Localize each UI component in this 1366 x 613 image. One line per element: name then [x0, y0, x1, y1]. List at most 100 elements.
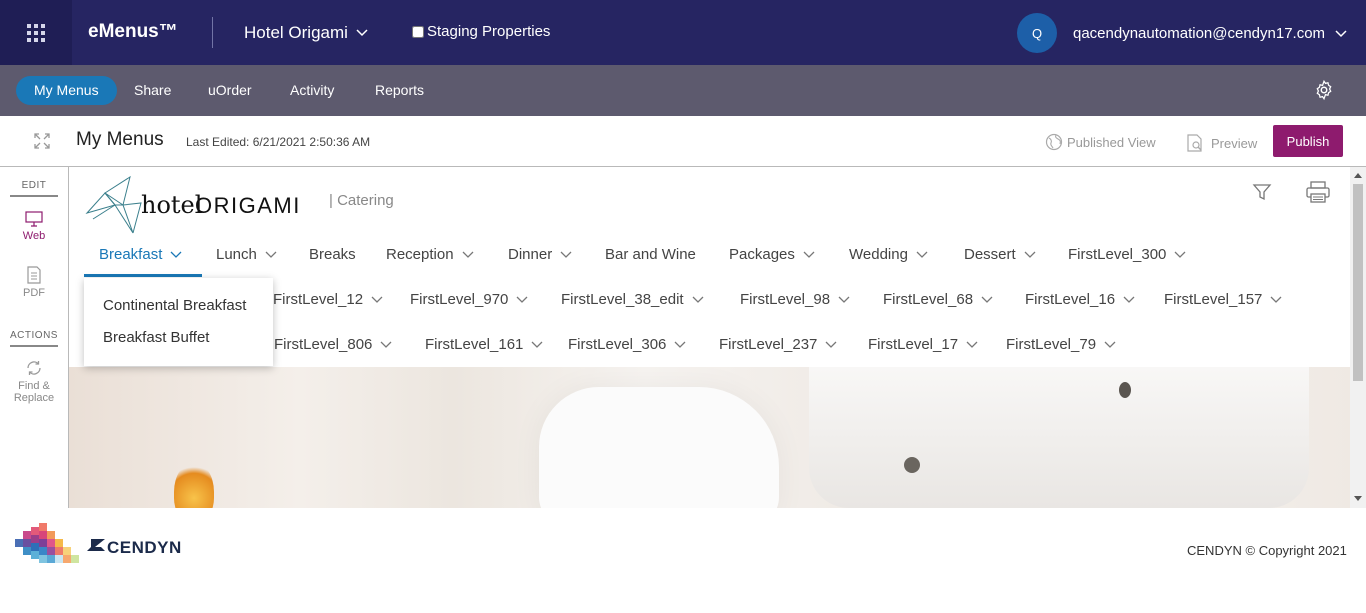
cendyn-logo: CENDYN: [15, 523, 182, 563]
chevron-down-icon: [531, 341, 543, 348]
printer-icon[interactable]: [1306, 181, 1330, 203]
copyright: CENDYN © Copyright 2021: [1187, 543, 1347, 558]
pdf-mode-button[interactable]: PDF: [6, 266, 62, 299]
app-launcher-button[interactable]: [0, 0, 72, 65]
menu-item-firstlevel-68[interactable]: FirstLevel_68: [883, 291, 993, 308]
menu-item-dinner[interactable]: Dinner: [508, 246, 572, 263]
nav-reports[interactable]: Reports: [357, 76, 442, 105]
scroll-thumb[interactable]: [1353, 184, 1363, 381]
gear-icon[interactable]: [1313, 79, 1335, 101]
user-menu[interactable]: qacendynautomation@cendyn17.com: [1073, 25, 1347, 42]
chevron-down-icon: [916, 251, 928, 258]
property-selector[interactable]: Hotel Origami: [244, 23, 368, 43]
actions-heading: ACTIONS: [10, 330, 58, 347]
scroll-down-arrow[interactable]: [1354, 496, 1362, 501]
menu-item-firstlevel-38-edit[interactable]: FirstLevel_38_edit: [561, 291, 704, 308]
menu-item-firstlevel-300[interactable]: FirstLevel_300: [1068, 246, 1186, 263]
expand-icon[interactable]: [33, 132, 51, 150]
published-view-button[interactable]: Published View: [1045, 133, 1156, 151]
active-tab-underline: [84, 274, 202, 277]
footer: CENDYN CENDYN © Copyright 2021: [0, 508, 1366, 613]
staging-properties-toggle[interactable]: Staging Properties: [412, 23, 550, 40]
chevron-down-icon: [825, 341, 837, 348]
nav-my-menus[interactable]: My Menus: [16, 76, 117, 105]
menu-item-firstlevel-16[interactable]: FirstLevel_16: [1025, 291, 1135, 308]
editor-tool-panel: EDIT Web PDF ACTIONS Find & Replace: [0, 167, 69, 508]
preview-label: Preview: [1211, 135, 1258, 151]
menu-item-firstlevel-306[interactable]: FirstLevel_306: [568, 336, 686, 353]
breakfast-dropdown: Continental Breakfast Breakfast Buffet: [84, 278, 273, 366]
chevron-down-icon: [1335, 29, 1347, 37]
menu-item-dessert[interactable]: Dessert: [964, 246, 1036, 263]
chevron-down-icon: [560, 251, 572, 258]
menu-item-firstlevel-17[interactable]: FirstLevel_17: [868, 336, 978, 353]
chevron-down-icon: [803, 251, 815, 258]
chevron-down-icon: [1174, 251, 1186, 258]
divider: [212, 17, 213, 48]
staging-checkbox[interactable]: [412, 25, 424, 38]
menu-item-firstlevel-98[interactable]: FirstLevel_98: [740, 291, 850, 308]
grid-icon: [27, 23, 45, 42]
user-email: qacendynautomation@cendyn17.com: [1073, 25, 1326, 42]
brand-name: eMenus™: [88, 21, 178, 42]
menu-item-firstlevel-806[interactable]: FirstLevel_806: [274, 336, 392, 353]
chevron-down-icon: [674, 341, 686, 348]
pdf-label: PDF: [23, 287, 45, 299]
menu-item-bar-and-wine[interactable]: Bar and Wine: [605, 246, 696, 263]
dropdown-item-continental-breakfast[interactable]: Continental Breakfast: [103, 297, 246, 314]
menu-item-firstlevel-237[interactable]: FirstLevel_237: [719, 336, 837, 353]
globe-icon: [1045, 133, 1063, 151]
web-mode-button[interactable]: Web: [6, 211, 62, 242]
menu-item-firstlevel-970[interactable]: FirstLevel_970: [410, 291, 528, 308]
preview-icon: [1187, 134, 1202, 152]
menu-item-firstlevel-157[interactable]: FirstLevel_157: [1164, 291, 1282, 308]
chevron-down-icon: [356, 29, 368, 37]
scroll-up-arrow[interactable]: [1354, 173, 1362, 178]
chevron-down-icon: [1270, 296, 1282, 303]
menu-canvas: hotel ORIGAMI | Catering Breakfast Lunch…: [69, 167, 1350, 508]
chevron-down-icon: [371, 296, 383, 303]
menu-item-breaks[interactable]: Breaks: [309, 246, 356, 263]
nav-activity[interactable]: Activity: [272, 76, 352, 105]
last-edited: Last Edited: 6/21/2021 2:50:36 AM: [186, 135, 371, 149]
chevron-down-icon: [380, 341, 392, 348]
chevron-down-icon: [981, 296, 993, 303]
web-label: Web: [22, 230, 46, 242]
find-replace-button[interactable]: Find & Replace: [6, 359, 62, 404]
staging-label: Staging Properties: [427, 23, 551, 40]
svg-text:hotel: hotel: [141, 191, 202, 219]
property-name: Hotel Origami: [244, 23, 348, 42]
filter-icon[interactable]: [1252, 182, 1272, 202]
menu-item-wedding[interactable]: Wedding: [849, 246, 928, 263]
avatar[interactable]: Q: [1017, 13, 1057, 53]
preview-button[interactable]: Preview: [1185, 133, 1257, 153]
menu-item-firstlevel-161[interactable]: FirstLevel_161: [425, 336, 543, 353]
catering-label: | Catering: [329, 192, 394, 209]
monitor-icon: [25, 211, 43, 227]
menu-item-firstlevel-12[interactable]: FirstLevel_12: [273, 291, 383, 308]
menu-item-packages[interactable]: Packages: [729, 246, 815, 263]
page-title: My Menus: [76, 129, 164, 150]
chevron-down-icon: [838, 296, 850, 303]
canvas-scrollbar[interactable]: [1350, 167, 1366, 508]
menu-item-reception[interactable]: Reception: [386, 246, 474, 263]
page-header: My Menus Last Edited: 6/21/2021 2:50:36 …: [0, 116, 1366, 167]
chevron-down-icon: [1024, 251, 1036, 258]
chevron-down-icon: [462, 251, 474, 258]
publish-button[interactable]: Publish: [1273, 125, 1343, 157]
svg-text:ORIGAMI: ORIGAMI: [195, 193, 301, 218]
menu-item-breakfast[interactable]: Breakfast: [99, 246, 182, 263]
menu-item-firstlevel-79[interactable]: FirstLevel_79: [1006, 336, 1116, 353]
dropdown-item-breakfast-buffet[interactable]: Breakfast Buffet: [103, 329, 209, 346]
nav-share[interactable]: Share: [116, 76, 189, 105]
chevron-down-icon: [516, 296, 528, 303]
svg-text:CENDYN: CENDYN: [107, 538, 182, 557]
chevron-down-icon: [170, 251, 182, 258]
published-view-label: Published View: [1067, 134, 1156, 150]
refresh-icon: [27, 361, 41, 375]
hero-image: [69, 367, 1350, 508]
menu-item-lunch[interactable]: Lunch: [216, 246, 277, 263]
nav-uorder[interactable]: uOrder: [190, 76, 270, 105]
chevron-down-icon: [692, 296, 704, 303]
chevron-down-icon: [1123, 296, 1135, 303]
